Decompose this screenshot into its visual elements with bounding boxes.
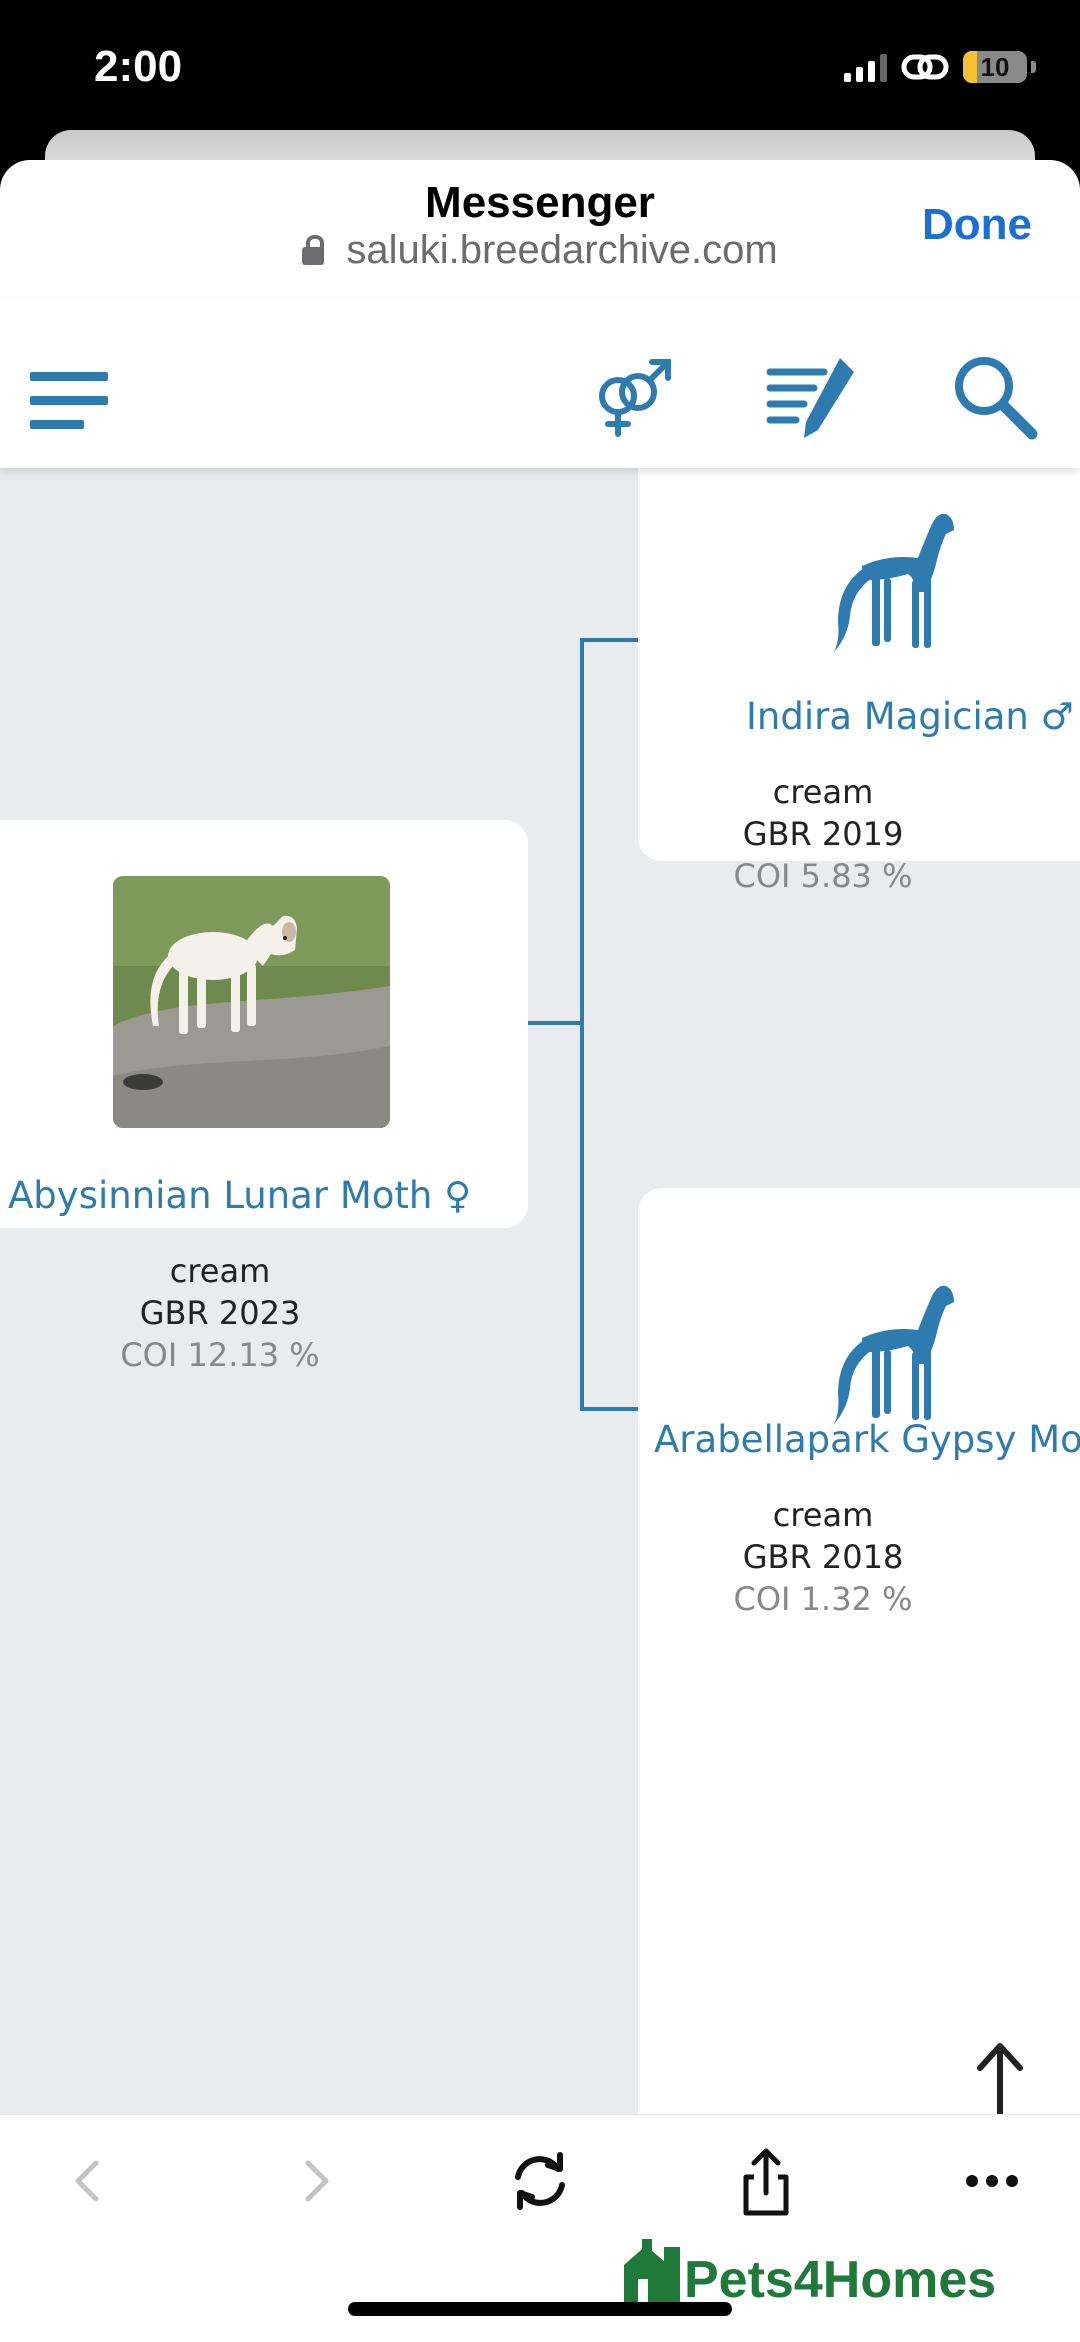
battery-level: 10 bbox=[980, 52, 1010, 82]
status-icons: 10 bbox=[844, 50, 1036, 84]
status-bar: 2:00 10 bbox=[0, 0, 1080, 140]
connector-line bbox=[580, 638, 584, 1411]
cellular-signal-icon bbox=[844, 52, 887, 82]
status-time: 2:00 bbox=[94, 42, 183, 91]
dog-photo bbox=[113, 876, 390, 1128]
back-icon[interactable] bbox=[48, 2141, 128, 2221]
dog-coi: COI 12.13 % bbox=[120, 1336, 320, 1374]
lock-icon bbox=[302, 235, 325, 265]
male-icon: ♂ bbox=[1040, 695, 1074, 738]
female-icon: ♀ bbox=[444, 1174, 472, 1217]
page-title: Messenger bbox=[425, 178, 655, 227]
dam-dog-card[interactable]: Arabellapark Gypsy Mo cream GBR 2018 COI… bbox=[638, 1188, 1080, 2114]
dog-name[interactable]: Arabellapark Gypsy Mo bbox=[654, 1418, 1080, 1461]
link-icon bbox=[901, 54, 949, 80]
reload-icon[interactable] bbox=[500, 2141, 580, 2221]
search-icon[interactable] bbox=[948, 350, 1040, 442]
url-text: saluki.breedarchive.com bbox=[346, 228, 778, 272]
connector-line bbox=[580, 638, 640, 642]
dog-country-year: GBR 2023 bbox=[139, 1294, 301, 1332]
dog-color: cream bbox=[772, 773, 874, 811]
dog-country-year: GBR 2018 bbox=[742, 1538, 904, 1576]
saluki-silhouette-icon bbox=[834, 513, 954, 652]
url-bar[interactable]: saluki.breedarchive.com bbox=[0, 228, 1080, 273]
dog-color: cream bbox=[169, 1252, 271, 1290]
ad-text: Pets4Homes bbox=[684, 2251, 997, 2309]
pets4homes-logo-icon bbox=[624, 2239, 680, 2305]
done-button[interactable]: Done bbox=[922, 200, 1032, 250]
browser-sheet: Messenger saluki.breedarchive.com Done A… bbox=[0, 160, 1080, 2341]
pedigree-edit-icon[interactable] bbox=[766, 350, 862, 442]
dog-color: cream bbox=[772, 1496, 874, 1534]
menu-icon[interactable] bbox=[30, 372, 108, 429]
battery-icon: 10 bbox=[963, 51, 1027, 83]
connector-line bbox=[528, 1021, 584, 1025]
more-icon[interactable] bbox=[952, 2141, 1032, 2221]
forward-icon[interactable] bbox=[276, 2141, 356, 2221]
dog-name[interactable]: Abysinnian Lunar Moth ♀ bbox=[8, 1174, 471, 1217]
dog-coi: COI 1.32 % bbox=[733, 1580, 913, 1618]
subject-dog-card[interactable]: Abysinnian Lunar Moth ♀ cream GBR 2023 C… bbox=[0, 820, 528, 1374]
sire-dog-card[interactable]: Indira Magician ♂ cream GBR 2019 COI 5.8… bbox=[638, 468, 1080, 895]
dog-coi: COI 5.83 % bbox=[733, 857, 913, 895]
home-indicator[interactable] bbox=[348, 2302, 732, 2316]
connector-line bbox=[580, 1407, 640, 1411]
gender-icon[interactable] bbox=[584, 350, 676, 442]
dog-name[interactable]: Indira Magician ♂ bbox=[746, 695, 1074, 738]
pedigree-tree: Abysinnian Lunar Moth ♀ cream GBR 2023 C… bbox=[0, 468, 1080, 2114]
share-icon[interactable] bbox=[726, 2141, 806, 2221]
saluki-silhouette-icon bbox=[834, 1285, 954, 1424]
site-header bbox=[0, 298, 1080, 468]
dog-country-year: GBR 2019 bbox=[742, 815, 904, 853]
scroll-up-arrow-icon[interactable] bbox=[970, 2038, 1030, 2114]
ad-banner[interactable]: Pets4Homes bbox=[620, 2235, 996, 2310]
